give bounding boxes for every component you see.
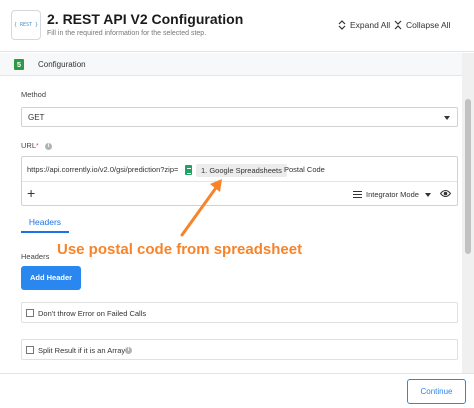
url-text: https://api.corrently.io/v2.0/gsi/predic… <box>27 165 179 174</box>
scrollbar-thumb[interactable] <box>465 99 471 254</box>
dont-throw-error-checkbox[interactable] <box>26 309 34 317</box>
split-result-option[interactable]: Split Result if it is an Array i <box>21 339 458 360</box>
headers-label: Headers <box>21 252 50 261</box>
rest-api-logo: { REST } <box>11 10 41 40</box>
section-label: Configuration <box>38 60 86 69</box>
expand-all-button[interactable]: Expand All <box>337 20 390 30</box>
annotation-arrow <box>180 179 222 237</box>
footer-bar: Continue <box>0 373 474 408</box>
continue-button[interactable]: Continue <box>407 379 466 404</box>
url-label-group: URL* i <box>21 141 52 150</box>
method-label: Method <box>21 90 47 99</box>
required-marker: * <box>36 143 39 150</box>
integrator-mode-label: Integrator Mode <box>366 190 419 199</box>
integrator-icon <box>353 191 362 198</box>
vertical-scrollbar[interactable] <box>462 53 474 373</box>
add-header-button[interactable]: Add Header <box>21 266 81 290</box>
step-number-badge: 5 <box>14 59 24 70</box>
page-subtitle: Fill in the required information for the… <box>47 30 207 37</box>
info-icon[interactable]: i <box>125 347 132 354</box>
split-result-label: Split Result if it is an Array <box>38 346 126 355</box>
chevron-down-icon <box>424 192 431 197</box>
google-sheets-icon <box>185 165 192 175</box>
dont-throw-error-label: Don't throw Error on Failed Calls <box>38 309 147 318</box>
add-field-button[interactable]: + <box>27 186 35 200</box>
collapse-icon <box>394 20 402 30</box>
chip-field-label: Postal Code <box>284 165 325 174</box>
collapse-all-label: Collapse All <box>406 20 451 30</box>
expand-icon <box>338 20 346 30</box>
split-result-checkbox[interactable] <box>26 346 34 354</box>
url-label: URL <box>21 141 37 150</box>
step-header: { REST } 2. REST API V2 Configuration Fi… <box>0 0 474 52</box>
expand-all-label: Expand All <box>350 20 391 30</box>
tab-headers[interactable]: Headers <box>21 208 69 233</box>
info-icon[interactable]: i <box>44 142 52 150</box>
annotation-text: Use postal code from spreadsheet <box>57 241 303 258</box>
page-title: 2. REST API V2 Configuration <box>47 11 244 27</box>
chevron-down-icon <box>444 116 450 120</box>
dont-throw-error-option[interactable]: Don't throw Error on Failed Calls <box>21 302 458 323</box>
collapse-all-button[interactable]: Collapse All <box>393 20 450 30</box>
eye-icon[interactable] <box>440 189 451 198</box>
configuration-section-header[interactable]: 5 Configuration <box>0 53 462 76</box>
integrator-mode-dropdown[interactable]: Integrator Mode <box>353 190 431 199</box>
method-select[interactable]: GET <box>21 107 458 127</box>
method-value: GET <box>28 113 45 122</box>
